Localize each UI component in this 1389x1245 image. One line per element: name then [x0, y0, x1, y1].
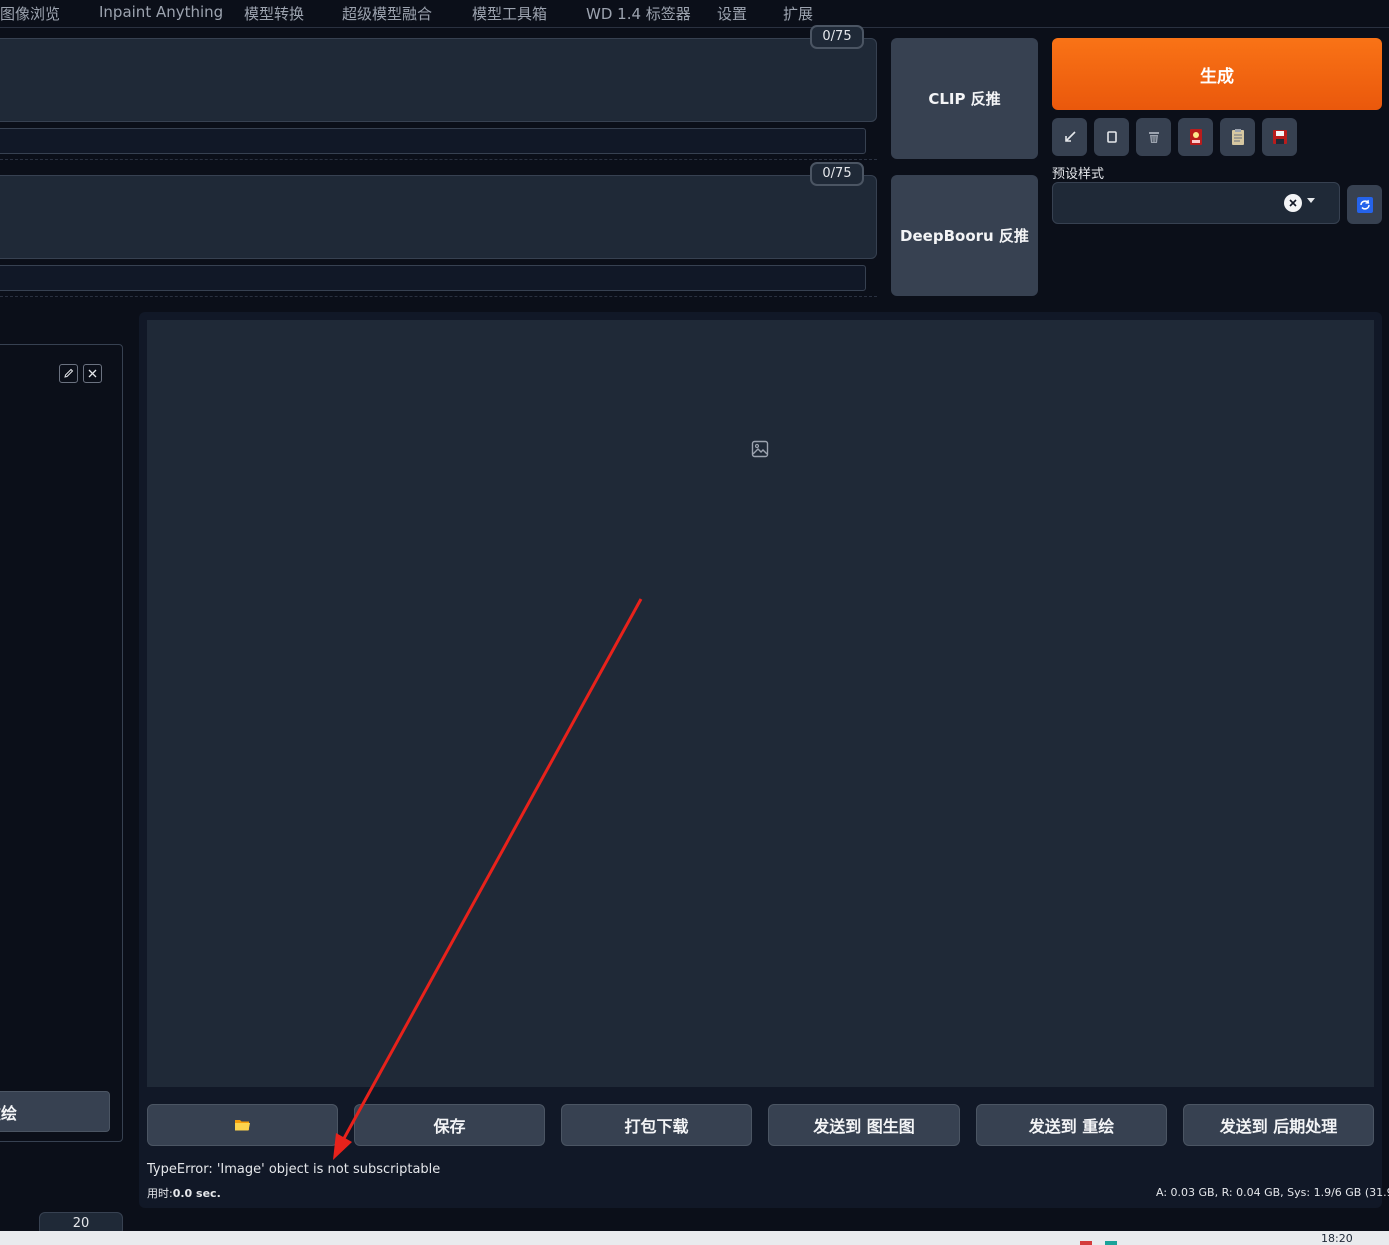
taskbar-app-icon[interactable]: [1105, 1241, 1117, 1245]
taskbar: 18:20: [0, 1231, 1389, 1245]
taskbar-clock: 18:20: [1321, 1232, 1353, 1245]
annotation-arrow: [333, 598, 643, 1160]
taskbar-app-icon[interactable]: [1080, 1241, 1092, 1245]
